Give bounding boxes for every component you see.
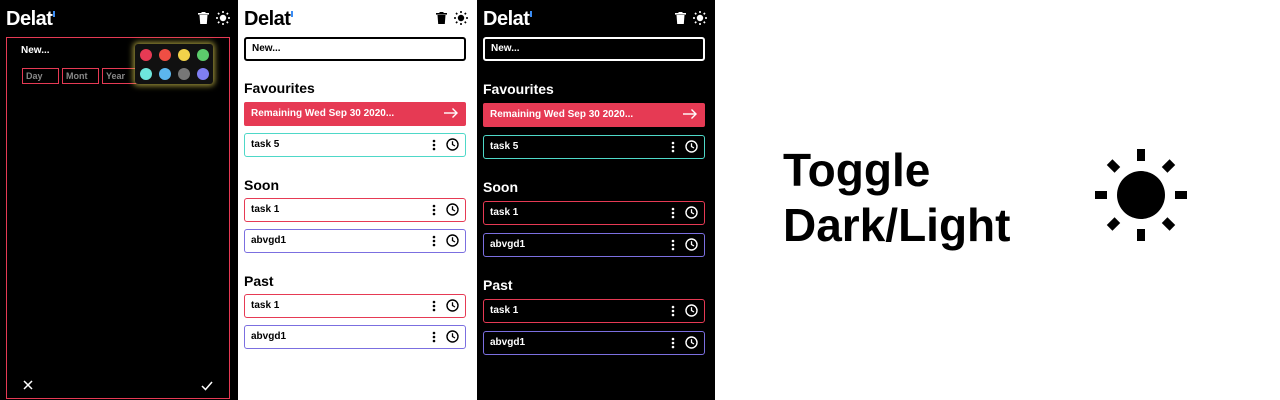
- more-vert-icon[interactable]: [671, 239, 675, 251]
- color-swatch[interactable]: [159, 68, 171, 80]
- section-favourites: Favourites: [483, 81, 554, 97]
- color-swatch[interactable]: [140, 49, 152, 61]
- app-logo: Delat: [6, 8, 56, 31]
- section-past: Past: [244, 273, 274, 289]
- new-task-input[interactable]: New...: [244, 37, 466, 61]
- section-favourites: Favourites: [244, 80, 315, 96]
- color-swatch[interactable]: [140, 68, 152, 80]
- task-name: abvgd1: [490, 337, 526, 348]
- color-swatch[interactable]: [197, 68, 209, 80]
- color-swatch[interactable]: [159, 49, 171, 61]
- more-vert-icon[interactable]: [432, 331, 436, 343]
- phone-dark-editor: Delat New... Day Mont Year: [0, 0, 238, 400]
- clock-icon[interactable]: [446, 138, 459, 151]
- month-input[interactable]: Mont: [62, 68, 99, 84]
- more-vert-icon[interactable]: [432, 204, 436, 216]
- color-palette: [135, 44, 213, 84]
- more-vert-icon[interactable]: [432, 300, 436, 312]
- task-name: task 5: [251, 139, 280, 150]
- phone-light-list: Delat New... Favourites Remaining Wed Se…: [238, 0, 476, 400]
- clock-icon[interactable]: [446, 203, 459, 216]
- clock-icon[interactable]: [685, 140, 698, 153]
- section-past: Past: [483, 277, 513, 293]
- more-vert-icon[interactable]: [671, 207, 675, 219]
- task-card[interactable]: task 1: [244, 294, 466, 318]
- task-name: task 1: [251, 300, 280, 311]
- close-icon[interactable]: [23, 377, 33, 395]
- remaining-banner[interactable]: Remaining Wed Sep 30 2020...: [244, 102, 466, 126]
- app-logo: Delat: [244, 8, 294, 31]
- trash-icon[interactable]: [198, 12, 209, 24]
- color-swatch[interactable]: [197, 49, 209, 61]
- task-name: abvgd1: [251, 331, 287, 342]
- remaining-banner[interactable]: Remaining Wed Sep 30 2020...: [483, 103, 705, 127]
- task-card[interactable]: abvgd1: [244, 229, 466, 253]
- clock-icon[interactable]: [446, 234, 459, 247]
- clock-icon[interactable]: [685, 238, 698, 251]
- task-card[interactable]: task 5: [483, 135, 705, 159]
- task-card[interactable]: task 1: [483, 201, 705, 225]
- sun-icon[interactable]: [693, 11, 707, 25]
- task-editor-frame: [6, 37, 230, 399]
- task-name: task 1: [490, 207, 519, 218]
- sun-icon: [1094, 148, 1188, 247]
- color-swatch[interactable]: [178, 68, 190, 80]
- task-card[interactable]: abvgd1: [244, 325, 466, 349]
- clock-icon[interactable]: [446, 299, 459, 312]
- more-vert-icon[interactable]: [671, 305, 675, 317]
- task-name: abvgd1: [490, 239, 526, 250]
- task-card[interactable]: abvgd1: [483, 233, 705, 257]
- section-soon: Soon: [244, 177, 279, 193]
- new-task-input[interactable]: New...: [483, 37, 705, 61]
- more-vert-icon[interactable]: [432, 139, 436, 151]
- section-soon: Soon: [483, 179, 518, 195]
- more-vert-icon[interactable]: [432, 235, 436, 247]
- promo-line-2: Dark/Light: [783, 199, 1011, 251]
- color-swatch[interactable]: [178, 49, 190, 61]
- day-input[interactable]: Day: [22, 68, 59, 84]
- clock-icon[interactable]: [685, 304, 698, 317]
- promo-line-1: Toggle: [783, 144, 931, 196]
- screenshot-stage: Delat New... Day Mont Year Delat New... …: [0, 0, 1280, 400]
- task-card[interactable]: abvgd1: [483, 331, 705, 355]
- app-bar: Delat: [483, 8, 707, 30]
- trash-icon[interactable]: [436, 12, 447, 24]
- arrow-right-icon: [683, 109, 697, 119]
- phone-dark-list: Delat New... Favourites Remaining Wed Se…: [477, 0, 715, 400]
- sun-icon[interactable]: [216, 11, 230, 25]
- task-card[interactable]: task 1: [483, 299, 705, 323]
- app-bar: Delat: [6, 8, 230, 30]
- trash-icon[interactable]: [675, 12, 686, 24]
- task-name: task 5: [490, 141, 519, 152]
- task-name: abvgd1: [251, 235, 287, 246]
- check-icon[interactable]: [201, 378, 213, 396]
- sun-icon[interactable]: [454, 11, 468, 25]
- more-vert-icon[interactable]: [671, 141, 675, 153]
- clock-icon[interactable]: [446, 330, 459, 343]
- task-name: task 1: [251, 204, 280, 215]
- task-name: task 1: [490, 305, 519, 316]
- task-name-input[interactable]: New...: [21, 45, 50, 56]
- app-logo: Delat: [483, 8, 533, 31]
- arrow-right-icon: [444, 108, 458, 118]
- banner-text: Remaining Wed Sep 30 2020...: [251, 108, 395, 119]
- year-input[interactable]: Year: [102, 68, 139, 84]
- task-card[interactable]: task 5: [244, 133, 466, 157]
- task-card[interactable]: task 1: [244, 198, 466, 222]
- promo-caption: Toggle Dark/Light: [783, 143, 1010, 253]
- clock-icon[interactable]: [685, 206, 698, 219]
- clock-icon[interactable]: [685, 336, 698, 349]
- more-vert-icon[interactable]: [671, 337, 675, 349]
- banner-text: Remaining Wed Sep 30 2020...: [490, 109, 634, 120]
- app-bar: Delat: [244, 8, 468, 30]
